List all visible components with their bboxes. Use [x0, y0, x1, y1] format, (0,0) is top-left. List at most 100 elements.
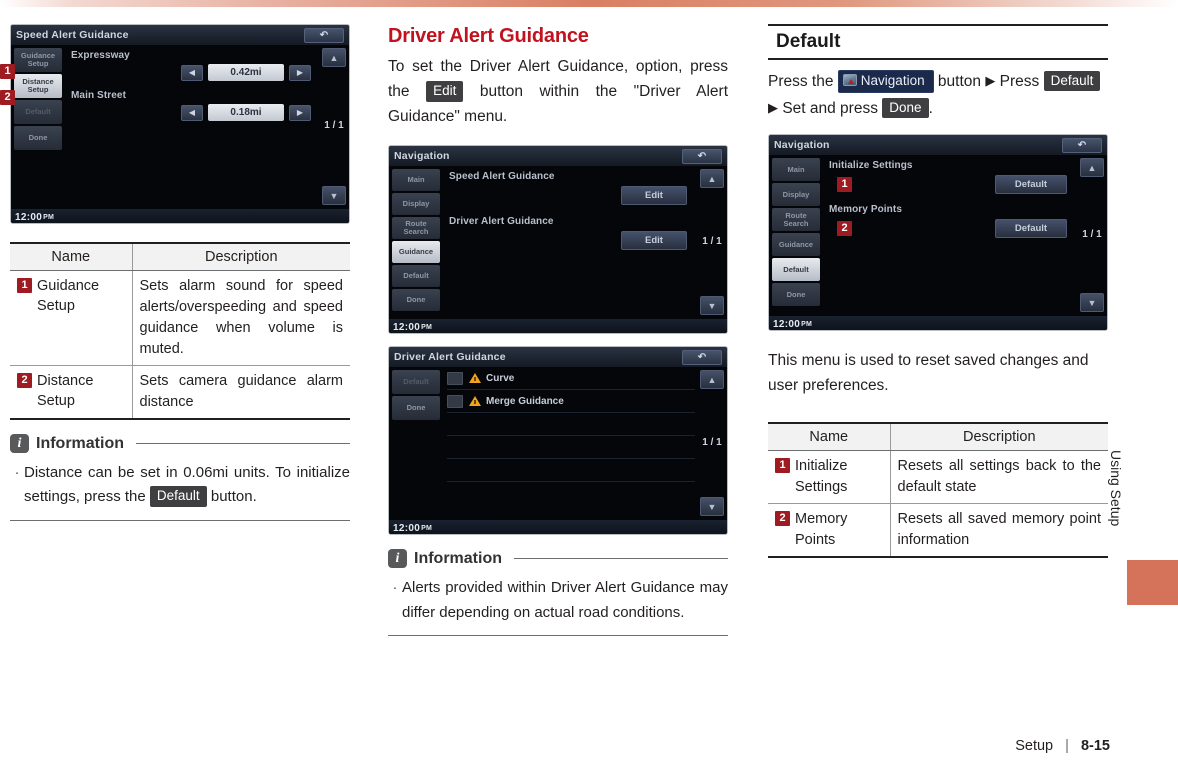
side-button-distance-setup[interactable]: Distance Setup: [14, 74, 62, 98]
intro-part4: Set and press: [782, 99, 878, 117]
screenshot-side-menu: Guidance Setup Distance Setup Default Do…: [11, 45, 65, 209]
stepper-decrement-icon[interactable]: ◀: [181, 64, 203, 81]
scroll-down-icon[interactable]: ▼: [322, 186, 346, 205]
information-header: i Information: [10, 434, 350, 454]
screenshot-content: Curve Merge Guidance: [443, 367, 697, 520]
marker-1: 1: [17, 278, 32, 293]
marker-2-left-screenshot: 2: [0, 90, 15, 105]
marker-1-screenshot: 1: [837, 177, 852, 192]
table-row: 1 Guidance Setup Sets alarm sound for sp…: [10, 270, 350, 367]
side-button-default[interactable]: Default: [392, 370, 440, 395]
top-gradient-strip: [0, 0, 1178, 7]
table-cell-description: Sets camera guidance alarm distance: [132, 365, 350, 421]
information-bullet: · Alerts provided within Driver Alert Gu…: [388, 576, 729, 625]
default-button-memory-points[interactable]: Default: [995, 219, 1067, 238]
default-pill-button[interactable]: Default: [1043, 70, 1101, 92]
navigation-button[interactable]: Navigation: [837, 69, 934, 93]
list-item-empty: [447, 413, 695, 437]
left-spec-table: Name Description 1 Guidance Setup Sets a…: [10, 242, 350, 421]
table-cell-description: Resets all settings back to the default …: [890, 450, 1108, 505]
side-button-default[interactable]: Default: [14, 100, 62, 124]
table-cell-description: Sets alarm sound for speed alerts/oversp…: [132, 270, 350, 367]
done-pill-button[interactable]: Done: [882, 97, 929, 119]
clock-display: 12:00PM: [773, 318, 813, 330]
checkbox-curve[interactable]: [447, 371, 463, 385]
side-button-guidance[interactable]: Guidance: [772, 233, 820, 256]
screenshot-scrollbar[interactable]: ▲ 1 / 1 ▼: [1077, 155, 1107, 316]
side-button-guidance[interactable]: Guidance: [392, 241, 440, 264]
side-button-display[interactable]: Display: [772, 183, 820, 206]
footer-separator: |: [1065, 738, 1069, 754]
back-arrow-icon[interactable]: ↶: [682, 148, 722, 164]
edit-button-driver-alert[interactable]: Edit: [621, 231, 687, 251]
divider: [10, 519, 350, 521]
side-button-guidance-setup[interactable]: Guidance Setup: [14, 48, 62, 72]
marker-2-screenshot: 2: [837, 221, 852, 236]
marker-1: 1: [775, 458, 790, 474]
scroll-up-icon[interactable]: ▲: [322, 48, 346, 67]
stepper-main-street[interactable]: ◀ 0.18mi ▶: [71, 104, 317, 121]
stepper-decrement-icon[interactable]: ◀: [181, 104, 203, 121]
back-arrow-icon[interactable]: ↶: [1062, 137, 1102, 153]
clock-display: 12:00PM: [393, 321, 433, 333]
navigation-default-screenshot: Navigation ↶ Main Display Route Search G…: [768, 134, 1108, 331]
side-button-display[interactable]: Display: [392, 193, 440, 216]
side-button-done[interactable]: Done: [392, 289, 440, 312]
intro-paragraph: To set the Driver Alert Guidance, option…: [388, 54, 728, 129]
information-bullet: · Distance can be set in 0.06mi units. T…: [10, 461, 350, 510]
default-description-paragraph: This menu is used to reset saved changes…: [768, 352, 1089, 395]
screenshot-scrollbar[interactable]: ▲ 1 / 1 ▼: [697, 367, 727, 520]
screenshot-title-bar: Navigation ↶: [769, 135, 1107, 155]
list-item-empty: [447, 459, 695, 483]
side-button-main[interactable]: Main: [392, 169, 440, 192]
scroll-down-icon[interactable]: ▼: [1080, 293, 1104, 312]
side-button-done[interactable]: Done: [772, 283, 820, 306]
screenshot-side-menu: Main Display Route Search Guidance Defau…: [389, 166, 443, 319]
stepper-increment-icon[interactable]: ▶: [289, 64, 311, 81]
page-indicator: 1 / 1: [702, 437, 722, 449]
stepper-expressway[interactable]: ◀ 0.42mi ▶: [71, 64, 317, 81]
side-button-route-search[interactable]: Route Search: [392, 217, 440, 240]
side-button-route-search[interactable]: Route Search: [772, 208, 820, 231]
scroll-down-icon[interactable]: ▼: [700, 296, 724, 316]
side-button-default[interactable]: Default: [392, 265, 440, 288]
screenshot-status-bar: 12:00PM: [769, 316, 1107, 330]
edit-button-speed-alert[interactable]: Edit: [621, 186, 687, 206]
navigation-guidance-screenshot: Navigation ↶ Main Display Route Search G…: [388, 145, 728, 335]
default-pill-button[interactable]: Default: [149, 486, 207, 507]
table-row: 1 Initialize Settings Resets all setting…: [768, 450, 1108, 505]
side-button-done[interactable]: Done: [14, 126, 62, 150]
navigation-button-label: Navigation: [860, 72, 925, 88]
page-footer: Setup | 8-15: [0, 738, 1178, 754]
list-item[interactable]: Merge Guidance: [447, 390, 695, 414]
side-button-default[interactable]: Default: [772, 258, 820, 281]
row-label-initialize-settings: Initialize Settings: [829, 160, 913, 171]
scroll-down-icon[interactable]: ▼: [700, 497, 724, 517]
edit-pill-button[interactable]: Edit: [426, 81, 464, 102]
table-header-description: Description: [132, 242, 350, 271]
marker-2: 2: [775, 511, 790, 527]
list-item-empty: [447, 436, 695, 460]
side-button-done[interactable]: Done: [392, 396, 440, 421]
list-item[interactable]: Curve: [447, 367, 695, 391]
side-button-main[interactable]: Main: [772, 158, 820, 181]
navigation-map-icon: [842, 73, 857, 86]
screenshot-content: Speed Alert Guidance Edit Driver Alert G…: [443, 166, 697, 319]
default-button-initialize-settings[interactable]: Default: [995, 175, 1067, 194]
back-arrow-icon[interactable]: ↶: [682, 349, 722, 365]
row-label-speed-alert-guidance: Speed Alert Guidance: [449, 171, 555, 183]
info-icon: i: [388, 549, 407, 569]
checkbox-merge-guidance[interactable]: [447, 394, 463, 408]
scroll-up-icon[interactable]: ▲: [700, 169, 724, 189]
screenshot-scrollbar[interactable]: ▲ 1 / 1 ▼: [697, 166, 727, 319]
table-cell-name: 2 Distance Setup: [10, 365, 133, 421]
back-arrow-icon[interactable]: ↶: [304, 27, 344, 43]
scroll-up-icon[interactable]: ▲: [1080, 158, 1104, 177]
stepper-increment-icon[interactable]: ▶: [289, 104, 311, 121]
marker-2: 2: [17, 373, 32, 389]
screenshot-scrollbar[interactable]: ▲ 1 / 1 ▼: [319, 45, 349, 209]
divider: [136, 443, 350, 445]
scroll-up-icon[interactable]: ▲: [700, 370, 724, 390]
page-indicator: 1 / 1: [324, 120, 344, 132]
row-label-memory-points: Memory Points: [829, 204, 902, 215]
